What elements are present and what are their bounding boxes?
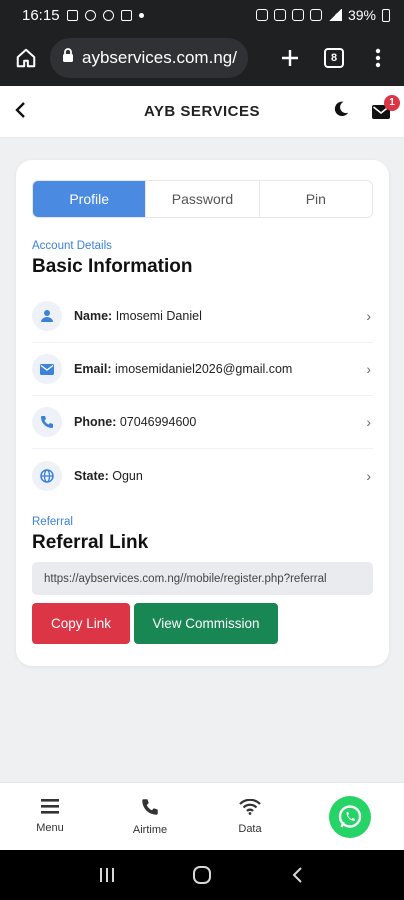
tab-count: 8 xyxy=(324,48,344,68)
gallery-icon xyxy=(66,9,78,21)
name-label: Name: xyxy=(74,309,113,323)
lock-icon xyxy=(62,48,74,68)
nav-airtime-label: Airtime xyxy=(132,823,168,836)
hotspot-icon xyxy=(291,9,304,21)
profile-tabs: Profile Password Pin xyxy=(32,180,373,218)
account-details-label: Account Details xyxy=(32,240,112,252)
whatsapp-icon xyxy=(338,804,362,828)
dark-mode-toggle[interactable] xyxy=(332,100,350,123)
name-value: Imosemi Daniel xyxy=(115,309,202,323)
battery-icon xyxy=(382,8,390,22)
more-notifications-icon xyxy=(138,12,144,18)
email-label: Email: xyxy=(74,362,112,376)
signal-icon xyxy=(327,9,342,21)
nav-menu[interactable]: Menu xyxy=(0,799,100,834)
state-value: Ogun xyxy=(112,468,143,483)
whatsapp-button[interactable] xyxy=(329,795,371,838)
menu-icon xyxy=(41,799,59,814)
copy-link-button[interactable]: Copy Link xyxy=(32,603,130,644)
tab-pin[interactable]: Pin xyxy=(260,181,372,217)
header-actions: 1 xyxy=(332,94,400,123)
basic-information-title: Basic Information xyxy=(32,256,193,277)
battery-percent: 39% xyxy=(347,7,376,23)
notification-badge: 1 xyxy=(384,94,400,111)
new-tab-button[interactable] xyxy=(274,42,306,74)
browser-toolbar: aybservices.com.ng/ 8 xyxy=(0,30,404,86)
status-right: 39% xyxy=(255,7,390,23)
chevron-right-icon: › xyxy=(366,414,371,430)
bottom-nav: Menu Airtime Data xyxy=(0,782,404,850)
home-circle-icon xyxy=(192,866,211,884)
wifi-icon xyxy=(239,798,261,815)
phone-text: Phone: 07046994600 xyxy=(74,415,366,429)
referral-link-input[interactable] xyxy=(32,562,373,595)
browser-actions: 8 xyxy=(274,42,394,74)
home-button[interactable] xyxy=(10,42,42,74)
alarm-icon xyxy=(255,9,268,21)
email-text: Email: imosemidaniel2026@gmail.com xyxy=(74,362,366,376)
status-left: 16:15 xyxy=(22,7,144,24)
referral-actions: Copy Link View Commission xyxy=(32,603,373,644)
email-value: imosemidaniel2026@gmail.com xyxy=(115,362,293,376)
chevron-right-icon: › xyxy=(366,361,371,377)
recent-apps-button[interactable] xyxy=(87,855,127,895)
tab-profile[interactable]: Profile xyxy=(33,181,147,217)
state-row[interactable]: State: Ogun › xyxy=(32,449,373,502)
document-icon xyxy=(120,9,132,21)
messages-button[interactable]: 1 xyxy=(372,94,400,119)
more-vert-icon xyxy=(375,48,381,68)
status-time: 16:15 xyxy=(22,6,60,24)
name-text: Name: Imosemi Daniel xyxy=(74,309,366,323)
status-bar: 16:15 39% xyxy=(0,0,404,30)
phone-icon xyxy=(32,407,62,437)
phone-icon xyxy=(142,798,158,815)
app-header: AYB SERVICES 1 xyxy=(0,86,404,138)
address-bar[interactable]: aybservices.com.ng/ xyxy=(50,38,248,78)
globe-icon xyxy=(32,460,62,491)
email-row[interactable]: Email: imosemidaniel2026@gmail.com › xyxy=(32,343,373,396)
phone-label: Phone: xyxy=(74,415,117,429)
wifi-status-icon xyxy=(309,9,322,21)
user-icon xyxy=(32,301,62,331)
browser-menu-button[interactable] xyxy=(362,42,394,74)
telegram-icon xyxy=(84,9,96,21)
phone-row[interactable]: Phone: 07046994600 › xyxy=(32,396,373,449)
tab-password[interactable]: Password xyxy=(146,181,260,217)
nav-data-label: Data xyxy=(238,822,262,835)
info-list: Name: Imosemi Daniel › Email: imosemidan… xyxy=(32,290,373,502)
state-label: State: xyxy=(74,468,109,483)
referral-link-title: Referral Link xyxy=(32,532,149,553)
url-text: aybservices.com.ng/ xyxy=(82,48,237,67)
chevron-right-icon: › xyxy=(366,467,371,484)
envelope-icon xyxy=(32,354,62,384)
back-button[interactable] xyxy=(14,99,26,125)
tab-switcher-button[interactable]: 8 xyxy=(318,42,350,74)
back-chevron-icon xyxy=(292,867,302,883)
nav-data[interactable]: Data xyxy=(200,798,300,835)
home-icon xyxy=(16,48,36,68)
plus-icon xyxy=(282,50,298,66)
app-notification-icon xyxy=(102,9,114,21)
phone-value: 07046994600 xyxy=(119,415,197,429)
chevron-right-icon: › xyxy=(366,308,371,324)
mute-icon xyxy=(273,9,286,21)
home-system-button[interactable] xyxy=(182,855,222,895)
system-nav-bar xyxy=(0,850,404,900)
moon-icon xyxy=(334,101,349,117)
profile-card: Profile Password Pin Account Details Bas… xyxy=(16,160,389,666)
name-row[interactable]: Name: Imosemi Daniel › xyxy=(32,290,373,343)
chevron-left-icon xyxy=(15,101,25,118)
referral-label: Referral xyxy=(32,516,73,528)
nav-menu-label: Menu xyxy=(36,822,64,834)
nav-airtime[interactable]: Airtime xyxy=(100,798,200,836)
state-text: State: Ogun xyxy=(74,469,366,483)
view-commission-button[interactable]: View Commission xyxy=(134,603,278,644)
recent-apps-icon xyxy=(100,868,115,882)
back-system-button[interactable] xyxy=(277,855,317,895)
